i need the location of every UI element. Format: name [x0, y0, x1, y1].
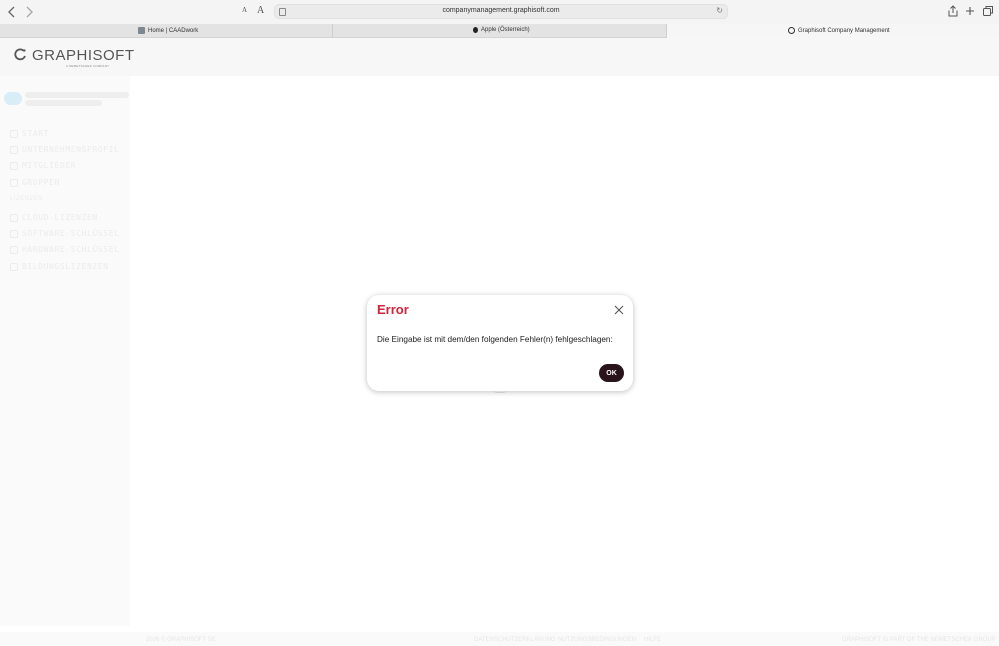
sidebar-item-label: UNTERNEHMENSPROFIL [22, 145, 120, 154]
sidebar-item-cloud-licenses[interactable]: CLOUD-LIZENZEN [10, 213, 98, 222]
tab-label: Apple (Österreich) [481, 27, 530, 33]
dialog-message: Die Eingabe ist mit dem/den folgenden Fe… [377, 335, 613, 344]
tab-label: Graphisoft Company Management [798, 27, 890, 34]
sidebar-item-company-profile[interactable]: UNTERNEHMENSPROFIL [10, 145, 120, 154]
sidebar-item-label: GRUPPEN [22, 178, 60, 187]
user-name-placeholder [25, 92, 129, 98]
education-icon [10, 262, 18, 271]
licenses-section-label: LIZENZEN [10, 196, 44, 202]
close-icon[interactable] [614, 305, 624, 315]
sidebar: START UNTERNEHMENSPROFIL MITGLIEDER GRUP… [0, 76, 130, 626]
sidebar-item-members[interactable]: MITGLIEDER [10, 161, 76, 170]
back-icon[interactable] [5, 5, 19, 19]
forward-icon[interactable] [22, 5, 36, 19]
usb-key-icon [10, 245, 18, 254]
caadwork-favicon [138, 27, 145, 34]
home-icon [10, 129, 18, 138]
sidebar-item-label: START [22, 129, 50, 138]
footer-privacy-link[interactable]: DATENSCHUTZERKLÄRUNG [474, 637, 556, 643]
logo-subtext: A NEMETSCHEK COMPANY [66, 64, 110, 68]
error-dialog: Error Die Eingabe ist mit dem/den folgen… [367, 295, 633, 391]
footer-terms-link[interactable]: NUTZUNGSBEDINGUNGEN [558, 637, 636, 643]
dialog-title: Error [377, 302, 409, 317]
group-icon [10, 178, 18, 187]
person-icon [10, 145, 18, 154]
text-smaller-button[interactable]: A [242, 6, 247, 14]
sidebar-item-groups[interactable]: GRUPPEN [10, 178, 60, 187]
avatar[interactable] [4, 92, 22, 105]
browser-toolbar: A A companymanagement.graphisoft.com ↻ [0, 0, 999, 24]
address-bar[interactable]: companymanagement.graphisoft.com ↻ [274, 4, 728, 19]
sidebar-item-label: SOFTWARE-SCHLÜSSEL [22, 229, 120, 238]
reload-icon[interactable]: ↻ [716, 6, 723, 15]
sidebar-item-hardware-keys[interactable]: HARDWARE-SCHLÜSSEL [10, 245, 120, 254]
sidebar-item-label: CLOUD-LIZENZEN [22, 213, 98, 222]
cloud-icon [10, 213, 18, 222]
share-icon[interactable] [946, 4, 960, 18]
site-header [0, 38, 999, 76]
footer-group-note: GRAPHISOFT IS PART OF THE NEMETSCHEK GRO… [842, 637, 996, 643]
logo-text: GRAPHISOFT [32, 47, 135, 64]
tab-bar: Home | CAADwork Apple (Österreich) Graph… [0, 24, 999, 38]
graphisoft-logo-icon [14, 48, 26, 61]
footer-copyright: 2026 © GRAPHISOFT SE [146, 637, 216, 643]
graphisoft-logo[interactable]: GRAPHISOFT A NEMETSCHEK COMPANY [14, 47, 135, 68]
text-larger-button[interactable]: A [257, 5, 264, 16]
user-icon [10, 161, 18, 170]
footer-help-link[interactable]: HILFE [644, 637, 661, 643]
sidebar-item-label: MITGLIEDER [22, 161, 77, 170]
tab-caadwork[interactable]: Home | CAADwork [0, 24, 333, 38]
ok-button[interactable]: OK [599, 364, 624, 382]
company-name-placeholder [25, 100, 102, 106]
url-text[interactable]: companymanagement.graphisoft.com [275, 7, 727, 14]
tab-overview-icon[interactable] [981, 4, 995, 18]
sidebar-item-label: HARDWARE-SCHLÜSSEL [22, 245, 120, 254]
site-footer: 2026 © GRAPHISOFT SE DATENSCHUTZERKLÄRUN… [0, 632, 999, 646]
sidebar-item-software-keys[interactable]: SOFTWARE-SCHLÜSSEL [10, 229, 120, 238]
apple-icon [473, 27, 478, 33]
key-icon [10, 229, 18, 238]
sidebar-item-education-licenses[interactable]: BILDUNGSLIZENZEN [10, 262, 109, 271]
tab-label: Home | CAADwork [148, 27, 199, 34]
graphisoft-favicon [788, 27, 795, 34]
new-tab-icon[interactable] [963, 4, 977, 18]
sidebar-item-start[interactable]: START [10, 129, 49, 138]
sidebar-item-label: BILDUNGSLIZENZEN [22, 262, 109, 271]
tab-apple[interactable]: Apple (Österreich) [333, 24, 667, 38]
tab-graphisoft[interactable]: Graphisoft Company Management [667, 24, 999, 38]
